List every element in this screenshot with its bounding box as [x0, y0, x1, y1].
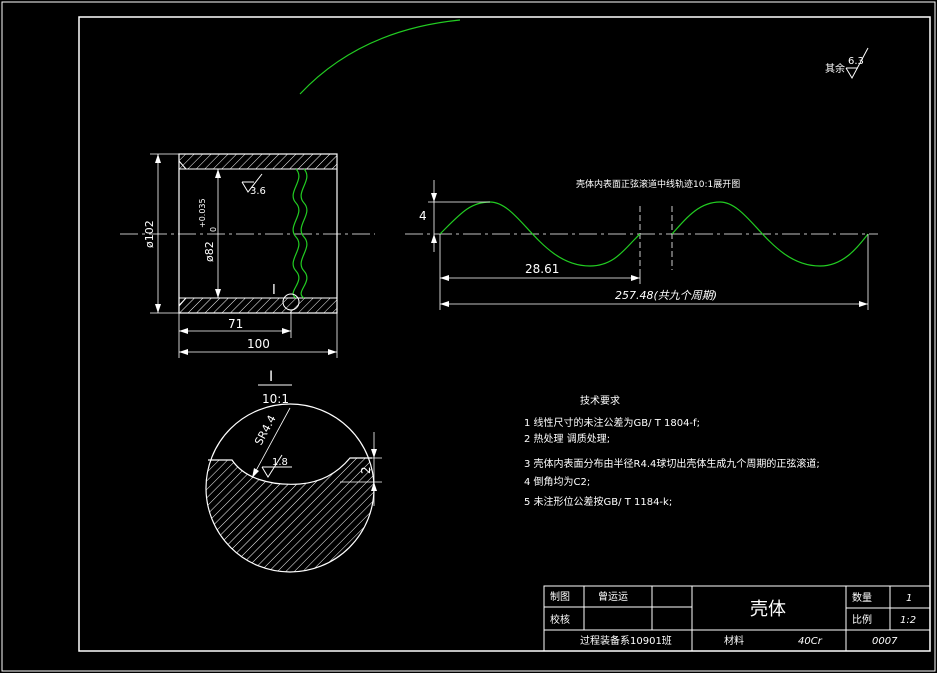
tolerance-upper: +0.035	[198, 198, 207, 228]
total-length: 257.48(共九个周期)	[615, 289, 717, 302]
tolerance-lower: 0	[209, 227, 218, 232]
drawn-label: 制图	[550, 590, 570, 603]
bottom-wall-hatch	[178, 297, 338, 314]
tech-item-3: 3 壳体内表面分布由半径R4.4球切出壳体生成九个周期的正弦滚道;	[524, 457, 820, 470]
detail-label: I	[269, 369, 273, 385]
tech-item-4: 4 倒角均为C2;	[524, 476, 590, 488]
amplitude-label: 4	[419, 209, 427, 223]
material-label: 材料	[724, 634, 744, 647]
tech-title: 技术要求	[580, 394, 620, 407]
detail-depth: 2	[359, 466, 373, 474]
outer-diameter-label: ø102	[143, 220, 156, 248]
class-label: 过程装备系10901班	[580, 634, 672, 647]
tech-item-2: 2 热处理 调质处理;	[524, 432, 610, 445]
length-71: 71	[228, 317, 243, 331]
inner-diameter-label: ø82	[203, 241, 216, 262]
tech-item-5: 5 未注形位公差按GB/ T 1184-k;	[524, 495, 672, 508]
drawn-name: 曾运运	[598, 590, 628, 603]
tech-item-1: 1 线性尺寸的未注公差为GB/ T 1804-f;	[524, 416, 700, 429]
section-roughness: 3.6	[250, 186, 266, 197]
period-length: 28.61	[525, 262, 559, 276]
detail-marker: I	[272, 283, 276, 298]
background	[0, 0, 937, 673]
top-wall-hatch	[178, 153, 338, 170]
part-name: 壳体	[750, 599, 786, 620]
roughness-label: 其余	[825, 62, 845, 75]
quantity-value: 1	[906, 593, 912, 604]
material-value: 40Cr	[798, 636, 823, 647]
wave-title: 壳体内表面正弦滚道中线轨迹10:1展开图	[576, 178, 740, 190]
drawing-number: 0007	[872, 636, 898, 647]
scale-label: 比例	[852, 613, 872, 626]
quantity-label: 数量	[852, 591, 872, 604]
cad-drawing: 其余 6.3 I ø102 ø82 +0.035 0 3.6 71 100 壳体…	[0, 0, 937, 673]
check-label: 校核	[550, 613, 570, 626]
detail-roughness: 1.8	[272, 457, 288, 468]
scale-value: 1:2	[900, 615, 916, 626]
roughness-value: 6.3	[848, 56, 864, 67]
length-100: 100	[247, 337, 270, 351]
